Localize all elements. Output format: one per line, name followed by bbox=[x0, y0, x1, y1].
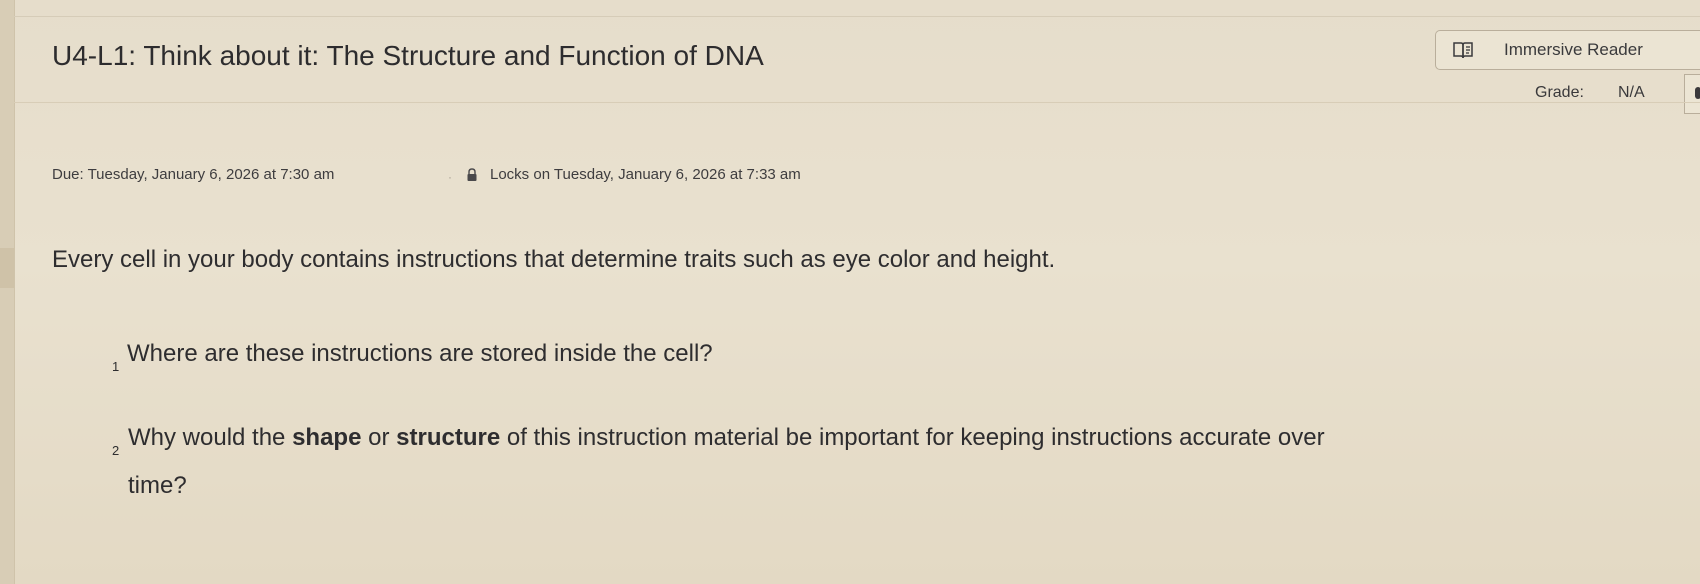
immersive-reader-label: Immersive Reader bbox=[1504, 40, 1643, 59]
question-number: 1 bbox=[112, 359, 120, 374]
question-2-text-wrap: time? bbox=[128, 472, 187, 499]
grade-info-icon bbox=[1695, 87, 1700, 99]
grade-label: Grade: bbox=[1535, 84, 1584, 101]
due-date: Due: Tuesday, January 6, 2026 at 7:30 am bbox=[52, 166, 335, 183]
grade-info-button[interactable] bbox=[1684, 74, 1700, 114]
question-2-text-part: of this instruction material be importan… bbox=[500, 424, 1325, 451]
question-2-bold-structure: structure bbox=[396, 424, 501, 451]
question-2-text: Why would the shape or structure of this… bbox=[128, 424, 1325, 452]
header-divider bbox=[14, 102, 1700, 103]
top-divider bbox=[14, 16, 1700, 17]
meta-separator: · bbox=[448, 170, 452, 184]
immersive-reader-icon bbox=[1453, 42, 1473, 59]
question-2-text-part: or bbox=[361, 424, 397, 451]
lock-date: Locks on Tuesday, January 6, 2026 at 7:3… bbox=[490, 166, 801, 183]
lock-icon bbox=[467, 168, 477, 181]
question-1-text: Where are these instructions are stored … bbox=[127, 340, 713, 367]
left-sidebar-edge bbox=[0, 0, 15, 584]
page-title: U4-L1: Think about it: The Structure and… bbox=[52, 40, 764, 71]
grade-value: N/A bbox=[1618, 84, 1645, 101]
immersive-reader-button[interactable]: Immersive Reader bbox=[1435, 30, 1700, 70]
intro-text: Every cell in your body contains instruc… bbox=[52, 246, 1056, 273]
sidebar-edge-notch bbox=[0, 248, 14, 288]
question-number: 2 bbox=[112, 443, 120, 458]
question-2-text-part: Why would the bbox=[128, 424, 293, 451]
question-2-bold-shape: shape bbox=[292, 424, 362, 451]
